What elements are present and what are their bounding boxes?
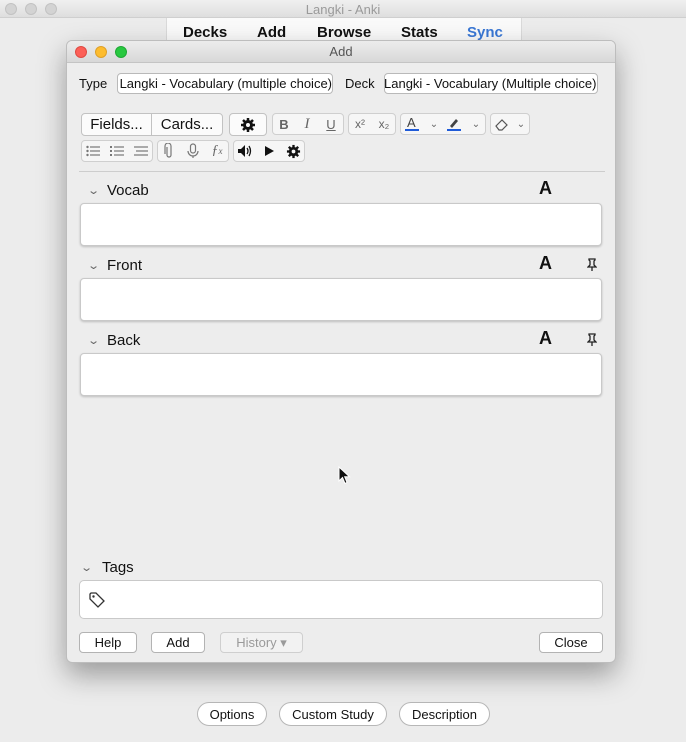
microphone-icon[interactable] — [182, 140, 204, 162]
toolbar-add[interactable]: Add — [257, 24, 286, 41]
toolbar-decks[interactable]: Decks — [183, 24, 227, 41]
bold-button[interactable]: B — [273, 113, 295, 135]
toolbar-sync[interactable]: Sync — [467, 24, 503, 41]
dialog-titlebar: Add — [67, 41, 615, 63]
gear-icon — [241, 117, 255, 132]
mouse-cursor-icon — [338, 466, 351, 485]
audio-settings-gear-icon[interactable] — [282, 140, 304, 162]
highlight-color-button[interactable] — [443, 113, 465, 135]
back-collapse-chevron-down-icon[interactable]: ⌄ — [87, 334, 100, 347]
eraser-chevron-down-icon[interactable]: ⌄ — [510, 113, 532, 135]
field-editor-vocab[interactable] — [80, 203, 602, 246]
toolbar-divider — [79, 171, 605, 172]
front-collapse-chevron-down-icon[interactable]: ⌄ — [87, 259, 100, 272]
field-editor-front[interactable] — [80, 278, 602, 321]
help-button[interactable]: Help — [79, 632, 137, 653]
field-label-back: Back — [107, 332, 141, 349]
function-icon[interactable]: ƒx — [206, 140, 228, 162]
main-window-title: Langki - Anki — [305, 2, 381, 17]
custom-study-button[interactable]: Custom Study — [279, 702, 387, 726]
svg-text:A: A — [407, 115, 416, 130]
back-pin-icon[interactable] — [586, 333, 598, 350]
italic-button[interactable]: I — [296, 113, 318, 135]
speaker-icon[interactable] — [234, 140, 256, 162]
eraser-icon — [495, 119, 508, 131]
toolbar-browse[interactable]: Browse — [317, 24, 371, 41]
note-type-selector[interactable]: Langki - Vocabulary (multiple choice) — [117, 73, 333, 94]
fields-button[interactable]: Fields... — [81, 113, 152, 136]
text-color-chevron-down-icon[interactable]: ⌄ — [423, 113, 445, 135]
numbered-list-icon[interactable] — [106, 140, 128, 162]
dialog-title: Add — [329, 44, 353, 59]
deck-label: Deck — [345, 76, 375, 91]
text-color-button[interactable]: A — [401, 113, 423, 135]
tags-label: Tags — [102, 559, 134, 576]
superscript-button[interactable]: x² — [349, 113, 371, 135]
play-icon[interactable] — [258, 140, 280, 162]
add-dialog: Add Type Langki - Vocabulary (multiple c… — [66, 40, 616, 663]
note-type-value: Langki - Vocabulary (multiple choice) — [119, 76, 332, 91]
note-settings-button[interactable] — [229, 113, 267, 136]
deck-selector[interactable]: Langki - Vocabulary (Multiple choice) — [384, 73, 598, 94]
highlight-chevron-down-icon[interactable]: ⌄ — [465, 113, 487, 135]
vocab-collapse-chevron-down-icon[interactable]: ⌄ — [87, 184, 100, 197]
toolbar-stats[interactable]: Stats — [401, 24, 438, 41]
main-window-titlebar: Langki - Anki — [0, 0, 686, 18]
underline-button[interactable]: U — [320, 113, 342, 135]
cards-button[interactable]: Cards... — [151, 113, 223, 136]
highlighter-icon — [447, 119, 461, 131]
tag-icon — [89, 592, 105, 608]
front-font-icon[interactable]: A — [539, 253, 552, 274]
align-icon[interactable] — [130, 140, 152, 162]
options-button[interactable]: Options — [197, 702, 267, 726]
close-button[interactable]: Close — [539, 632, 603, 653]
deck-value: Langki - Vocabulary (Multiple choice) — [384, 76, 597, 91]
back-font-icon[interactable]: A — [539, 328, 552, 349]
paperclip-icon[interactable] — [158, 140, 180, 162]
text-color-icon: A — [405, 115, 419, 131]
type-label: Type — [79, 76, 108, 91]
field-label-vocab: Vocab — [107, 182, 149, 199]
tags-input[interactable] — [79, 580, 603, 619]
vocab-font-icon[interactable]: A — [539, 178, 552, 199]
history-button[interactable]: History ▾ — [220, 632, 303, 653]
tags-collapse-chevron-down-icon[interactable]: ⌄ — [80, 561, 93, 574]
description-button[interactable]: Description — [399, 702, 490, 726]
bullet-list-icon[interactable] — [82, 140, 104, 162]
field-editor-back[interactable] — [80, 353, 602, 396]
subscript-button[interactable]: x₂ — [373, 113, 395, 135]
front-pin-icon[interactable] — [586, 258, 598, 275]
field-label-front: Front — [107, 257, 143, 274]
add-button[interactable]: Add — [151, 632, 205, 653]
